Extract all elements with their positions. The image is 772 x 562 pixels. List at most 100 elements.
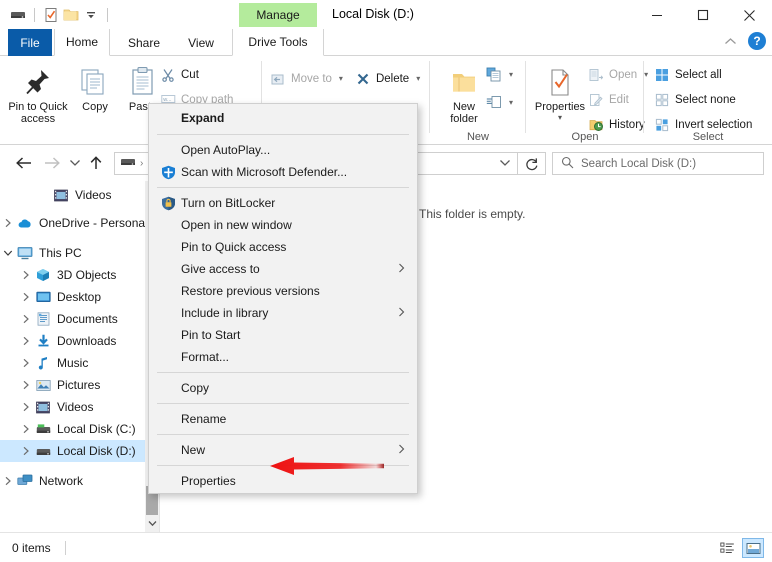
sidebar-item-local-disk-d[interactable]: Local Disk (D:) <box>0 440 159 462</box>
sidebar-item-label: Network <box>39 474 84 488</box>
maximize-button[interactable] <box>680 0 726 30</box>
help-icon[interactable]: ? <box>748 32 766 50</box>
scroll-down-icon[interactable] <box>145 515 159 532</box>
chevron-right-icon[interactable] <box>18 270 34 280</box>
delete-button[interactable]: Delete ▾ <box>355 68 420 89</box>
ribbon-group-new-label: New <box>466 131 489 143</box>
sidebar-item-documents[interactable]: Documents <box>0 308 159 330</box>
tab-home[interactable]: Home <box>54 29 110 56</box>
close-button[interactable] <box>726 0 772 30</box>
menu-separator <box>157 134 409 135</box>
easy-access-button[interactable]: ▾ <box>486 92 513 113</box>
this-pc-icon <box>16 246 34 260</box>
sidebar-item-label: Documents <box>57 312 118 326</box>
menu-item-rename[interactable]: Rename <box>149 408 417 430</box>
menu-item-format[interactable]: Format... <box>149 346 417 368</box>
chevron-right-icon[interactable] <box>18 292 34 302</box>
sidebar-item-3d-objects[interactable]: 3D Objects <box>0 264 159 286</box>
sidebar-item-pictures[interactable]: Pictures <box>0 374 159 396</box>
chevron-down-icon[interactable]: ▾ <box>416 74 420 83</box>
chevron-right-icon[interactable] <box>398 263 405 276</box>
network-icon <box>16 474 34 488</box>
sidebar-item-videos[interactable]: Videos <box>0 184 159 206</box>
chevron-right-icon[interactable] <box>18 358 34 368</box>
select-all-button[interactable]: Select all <box>654 64 752 85</box>
chevron-up-icon[interactable] <box>720 31 740 51</box>
menu-item-include-in-library[interactable]: Include in library <box>149 302 417 324</box>
chevron-right-icon[interactable] <box>0 218 16 228</box>
move-to-button[interactable]: Move to ▾ <box>270 68 343 89</box>
pin-to-quick-access-button[interactable]: Pin to Quick access <box>6 64 70 125</box>
ribbon-group-new: New folder ▾ ▾ New <box>430 56 526 145</box>
chevron-down-icon[interactable]: ▾ <box>509 98 513 107</box>
menu-item-expand[interactable]: Expand <box>149 105 417 130</box>
menu-item-copy[interactable]: Copy <box>149 377 417 399</box>
up-button[interactable] <box>84 151 108 175</box>
large-icons-view-button[interactable] <box>742 538 764 558</box>
chevron-right-icon[interactable] <box>18 446 34 456</box>
chevron-right-icon[interactable] <box>398 444 405 457</box>
chevron-down-icon[interactable]: ▾ <box>509 70 513 79</box>
breadcrumb-chevron-icon[interactable]: › <box>140 158 143 169</box>
tab-view[interactable]: View <box>178 29 224 56</box>
chevron-right-icon[interactable] <box>18 424 34 434</box>
chevron-right-icon[interactable] <box>398 307 405 320</box>
sidebar-item-network[interactable]: Network <box>0 470 159 492</box>
tab-file[interactable]: File <box>8 29 52 56</box>
chevron-down-icon[interactable] <box>0 249 16 257</box>
menu-item-restore-previous-versions[interactable]: Restore previous versions <box>149 280 417 302</box>
chevron-down-icon[interactable]: ▾ <box>558 113 562 122</box>
sidebar-item-downloads[interactable]: Downloads <box>0 330 159 352</box>
menu-item-turn-on-bitlocker[interactable]: Turn on BitLocker <box>149 192 417 214</box>
select-none-button[interactable]: Select none <box>654 89 752 110</box>
sidebar-item-label: Local Disk (C:) <box>57 422 136 436</box>
menu-item-pin-to-start[interactable]: Pin to Start <box>149 324 417 346</box>
edit-button[interactable]: Edit <box>588 89 648 110</box>
search-input[interactable]: Search Local Disk (D:) <box>552 152 764 175</box>
copy-button[interactable]: Copy <box>72 64 118 113</box>
menu-item-scan-with-microsoft-defender[interactable]: Scan with Microsoft Defender... <box>149 161 417 183</box>
contextual-tab-manage[interactable]: Manage <box>239 3 317 27</box>
details-view-button[interactable] <box>716 538 738 558</box>
sidebar-item-local-disk-c[interactable]: Local Disk (C:) <box>0 418 159 440</box>
sidebar-item-videos[interactable]: Videos <box>0 396 159 418</box>
minimize-button[interactable] <box>634 0 680 30</box>
properties-icon[interactable] <box>41 5 61 25</box>
chevron-right-icon[interactable] <box>18 314 34 324</box>
tab-share[interactable]: Share <box>118 29 170 56</box>
chevron-right-icon[interactable] <box>18 336 34 346</box>
drive-icon[interactable] <box>8 5 28 25</box>
menu-item-open-autoplay[interactable]: Open AutoPlay... <box>149 139 417 161</box>
new-folder-icon[interactable] <box>61 5 81 25</box>
open-button[interactable]: Open ▾ <box>588 64 648 85</box>
cut-button[interactable]: Cut <box>160 64 233 85</box>
chevron-right-icon[interactable] <box>0 476 16 486</box>
new-item-icon <box>486 67 502 83</box>
status-bar: 0 items <box>0 532 772 562</box>
sidebar-item-onedrive-personal[interactable]: OneDrive - Personal <box>0 212 159 234</box>
navigation-tree: Videos OneDrive - Personal This PC 3D Objec… <box>0 181 159 492</box>
menu-item-open-in-new-window[interactable]: Open in new window <box>149 214 417 236</box>
menu-item-label: Properties <box>181 474 236 488</box>
context-menu[interactable]: Expand Open AutoPlay... Scan with Microsof… <box>148 103 418 494</box>
sidebar-item-desktop[interactable]: Desktop <box>0 286 159 308</box>
sidebar-item-this-pc[interactable]: This PC <box>0 242 159 264</box>
back-button[interactable] <box>12 151 36 175</box>
address-dropdown-icon[interactable] <box>499 157 511 171</box>
tab-drive-tools[interactable]: Drive Tools <box>232 29 324 56</box>
new-item-button[interactable]: ▾ <box>486 64 513 85</box>
chevron-down-icon[interactable]: ▾ <box>339 74 343 83</box>
new-folder-button[interactable]: New folder <box>440 64 488 125</box>
breadcrumb[interactable]: › <box>115 155 143 172</box>
local-disk-d-icon <box>34 445 52 458</box>
menu-item-pin-to-quick-access[interactable]: Pin to Quick access <box>149 236 417 258</box>
tab-home-label: Home <box>66 35 99 49</box>
refresh-button[interactable] <box>518 152 546 175</box>
chevron-right-icon[interactable] <box>18 402 34 412</box>
forward-button[interactable] <box>40 151 64 175</box>
customize-dropdown-icon[interactable] <box>81 5 101 25</box>
properties-button[interactable]: Properties ▾ <box>532 64 588 122</box>
chevron-right-icon[interactable] <box>18 380 34 390</box>
menu-item-give-access-to[interactable]: Give access to <box>149 258 417 280</box>
sidebar-item-music[interactable]: Music <box>0 352 159 374</box>
